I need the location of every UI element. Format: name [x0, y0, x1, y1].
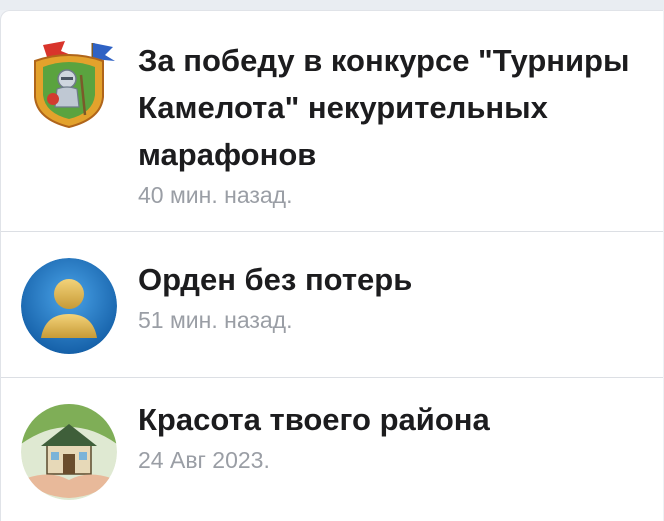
knight-shield-icon: [21, 35, 117, 131]
achievement-title: Орден без потерь: [138, 262, 413, 297]
list-item[interactable]: Орден без потерь 51 мин. назад.: [1, 232, 663, 378]
achievements-list: За победу в конкурсе "Турниры Камелота" …: [0, 10, 663, 521]
achievement-title: За победу в конкурсе "Турниры Камелота" …: [138, 43, 630, 172]
achievement-title: Красота твоего района: [138, 402, 490, 437]
achievement-time: 40 мин. назад.: [138, 182, 293, 208]
top-strip: [0, 0, 664, 10]
achievement-time: 51 мин. назад.: [138, 307, 293, 333]
list-item[interactable]: За победу в конкурсе "Турниры Камелота" …: [1, 11, 663, 232]
user-silhouette-icon: [21, 258, 117, 354]
achievement-time: 24 Авг 2023.: [138, 447, 270, 473]
list-item[interactable]: Красота твоего района 24 Авг 2023.: [1, 378, 663, 521]
house-in-hands-icon: [21, 404, 117, 500]
